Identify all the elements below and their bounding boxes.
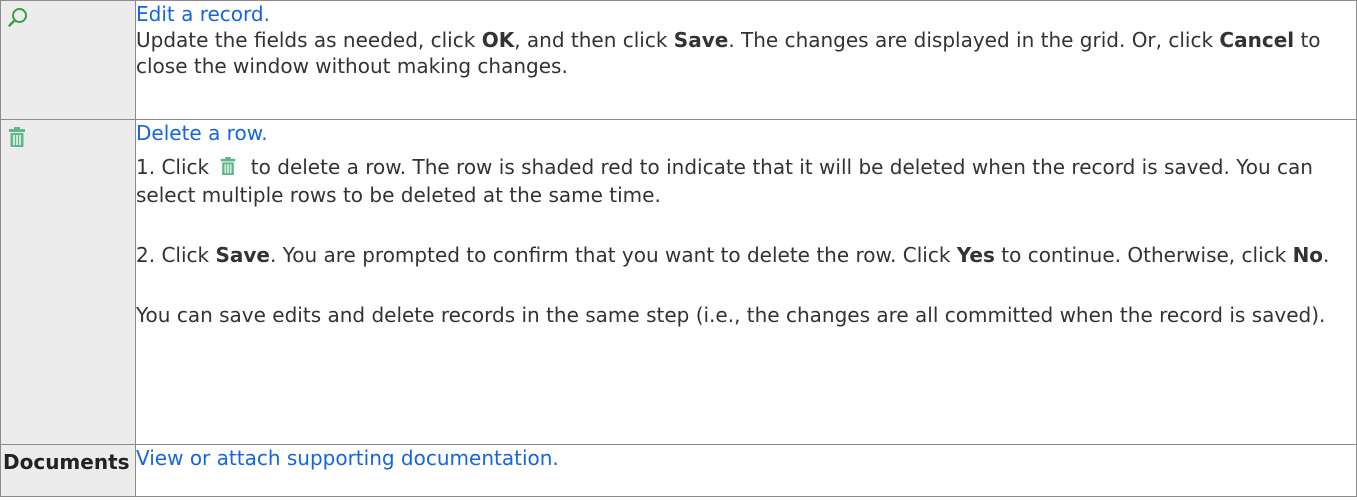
icon-cell — [0, 119, 136, 445]
delete-note: You can save edits and delete records in… — [136, 303, 1326, 327]
documents-link[interactable]: View or attach supporting documentation. — [136, 446, 559, 470]
icon-cell — [0, 0, 136, 120]
trash-icon — [1, 120, 27, 154]
edit-record-link[interactable]: Edit a record. — [136, 2, 270, 26]
delete-step-1: 1. Click to delete a row. The row is sha… — [136, 155, 1313, 207]
table-row-documents: Documents View or attach supporting docu… — [0, 444, 1357, 497]
table-row-delete: Delete a row. 1. Click to delete a row. … — [0, 119, 1357, 445]
magnifier-icon — [1, 1, 29, 35]
table-row-edit: Edit a record. Update the fields as need… — [0, 0, 1357, 120]
trash-icon — [219, 156, 237, 182]
edit-description: Update the fields as needed, click OK, a… — [136, 28, 1321, 78]
description-cell: Edit a record. Update the fields as need… — [135, 0, 1357, 120]
description-cell: Delete a row. 1. Click to delete a row. … — [135, 119, 1357, 445]
description-cell: View or attach supporting documentation. — [135, 444, 1357, 497]
help-table: Edit a record. Update the fields as need… — [0, 0, 1357, 497]
delete-row-link[interactable]: Delete a row. — [136, 121, 268, 145]
documents-label: Documents — [0, 444, 136, 497]
delete-step-2: 2. Click Save. You are prompted to confi… — [136, 243, 1330, 267]
